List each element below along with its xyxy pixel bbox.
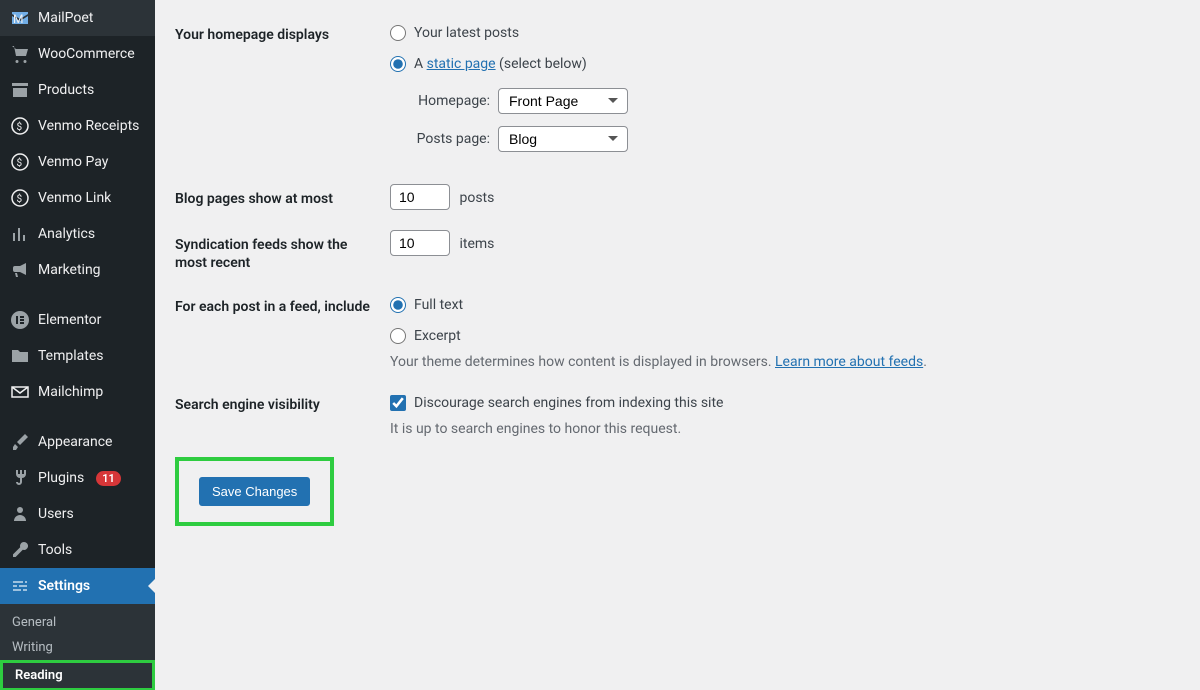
feed-excerpt-radio[interactable] bbox=[390, 328, 406, 344]
feed-excerpt-text: Excerpt bbox=[414, 328, 461, 344]
sidebar-item-appearance[interactable]: Appearance bbox=[0, 424, 155, 460]
feed-excerpt-option[interactable]: Excerpt bbox=[390, 323, 1180, 344]
static-prefix: A bbox=[414, 56, 427, 72]
search-visibility-label: Search engine visibility bbox=[175, 390, 390, 414]
posts-page-select[interactable]: Blog bbox=[498, 126, 628, 152]
sidebar-item-plugins[interactable]: Plugins 11 bbox=[0, 460, 155, 496]
homepage-select-label: Homepage: bbox=[410, 93, 490, 109]
syndication-unit: items bbox=[459, 236, 494, 252]
submenu-item-reading[interactable]: Reading bbox=[0, 660, 155, 690]
sidebar-item-label: Venmo Pay bbox=[38, 154, 108, 170]
svg-text:M: M bbox=[13, 12, 23, 26]
feed-desc: Your theme determines how content is dis… bbox=[390, 354, 1180, 370]
sidebar-item-label: MailPoet bbox=[38, 10, 93, 26]
money-icon: $ bbox=[10, 116, 30, 136]
sidebar-item-venmo-link[interactable]: $ Venmo Link bbox=[0, 180, 155, 216]
sidebar-item-elementor[interactable]: Elementor bbox=[0, 302, 155, 338]
blog-pages-input[interactable] bbox=[390, 184, 450, 210]
syndication-label: Syndication feeds show the most recent bbox=[175, 230, 390, 272]
latest-posts-text: Your latest posts bbox=[414, 25, 519, 41]
search-desc: It is up to search engines to honor this… bbox=[390, 421, 1180, 437]
settings-submenu: GeneralWritingReadingDiscussionMedia bbox=[0, 604, 155, 690]
wrench-icon bbox=[10, 540, 30, 560]
sidebar-item-label: Venmo Link bbox=[38, 190, 111, 206]
sidebar-item-settings[interactable]: Settings bbox=[0, 568, 155, 604]
cart-icon bbox=[10, 44, 30, 64]
syndication-input[interactable] bbox=[390, 230, 450, 256]
users-icon bbox=[10, 504, 30, 524]
sidebar-item-users[interactable]: Users bbox=[0, 496, 155, 532]
archive-icon bbox=[10, 80, 30, 100]
sidebar-item-label: Products bbox=[38, 82, 94, 98]
svg-text:$: $ bbox=[17, 156, 23, 169]
posts-page-select-label: Posts page: bbox=[410, 131, 490, 147]
static-page-option[interactable]: A static page (select below) bbox=[390, 51, 1180, 72]
sidebar-item-label: Marketing bbox=[38, 262, 101, 278]
money-icon: $ bbox=[10, 152, 30, 172]
blog-pages-label: Blog pages show at most bbox=[175, 184, 390, 208]
mail-icon bbox=[10, 382, 30, 402]
plugins-badge: 11 bbox=[96, 471, 121, 486]
latest-posts-option[interactable]: Your latest posts bbox=[390, 20, 1180, 41]
feed-fulltext-text: Full text bbox=[414, 297, 463, 313]
sidebar-item-mailpoet[interactable]: M MailPoet bbox=[0, 0, 155, 36]
svg-text:$: $ bbox=[17, 120, 23, 133]
megaphone-icon bbox=[10, 260, 30, 280]
folder-icon bbox=[10, 346, 30, 366]
sidebar-item-woocommerce[interactable]: WooCommerce bbox=[0, 36, 155, 72]
elementor-icon bbox=[10, 310, 30, 330]
homepage-select[interactable]: Front Page bbox=[498, 88, 628, 114]
sidebar-item-label: Templates bbox=[38, 348, 104, 364]
sidebar-item-label: Analytics bbox=[38, 226, 95, 242]
sidebar-item-label: Appearance bbox=[38, 434, 112, 450]
latest-posts-radio[interactable] bbox=[390, 25, 406, 41]
static-page-radio[interactable] bbox=[390, 56, 406, 72]
feed-fulltext-option[interactable]: Full text bbox=[390, 292, 1180, 313]
static-suffix: (select below) bbox=[496, 56, 587, 72]
discourage-search-checkbox[interactable] bbox=[390, 395, 406, 411]
sidebar-item-label: Mailchimp bbox=[38, 384, 103, 400]
sidebar-item-label: Venmo Receipts bbox=[38, 118, 139, 134]
learn-feeds-link[interactable]: Learn more about feeds bbox=[775, 354, 923, 370]
sidebar-item-label: WooCommerce bbox=[38, 46, 135, 62]
blog-pages-unit: posts bbox=[459, 190, 494, 206]
sidebar-item-label: Plugins bbox=[38, 470, 84, 486]
discourage-search-option[interactable]: Discourage search engines from indexing … bbox=[390, 390, 1180, 411]
sidebar-item-products[interactable]: Products bbox=[0, 72, 155, 108]
plug-icon bbox=[10, 468, 30, 488]
money-icon: $ bbox=[10, 188, 30, 208]
sidebar-item-analytics[interactable]: Analytics bbox=[0, 216, 155, 252]
sidebar-item-label: Tools bbox=[38, 542, 72, 558]
feed-include-label: For each post in a feed, include bbox=[175, 292, 390, 316]
settings-icon bbox=[10, 576, 30, 596]
sidebar-item-label: Users bbox=[38, 506, 74, 522]
sidebar-item-venmo-pay[interactable]: $ Venmo Pay bbox=[0, 144, 155, 180]
sidebar-item-templates[interactable]: Templates bbox=[0, 338, 155, 374]
brush-icon bbox=[10, 432, 30, 452]
feed-fulltext-radio[interactable] bbox=[390, 297, 406, 313]
mailpoet-icon: M bbox=[10, 8, 30, 28]
submenu-item-general[interactable]: General bbox=[0, 610, 155, 635]
sidebar-item-tools[interactable]: Tools bbox=[0, 532, 155, 568]
sidebar-item-label: Settings bbox=[38, 578, 90, 594]
homepage-displays-label: Your homepage displays bbox=[175, 20, 390, 44]
sidebar-item-marketing[interactable]: Marketing bbox=[0, 252, 155, 288]
discourage-search-text: Discourage search engines from indexing … bbox=[414, 395, 723, 411]
submenu-item-writing[interactable]: Writing bbox=[0, 635, 155, 660]
sidebar-item-mailchimp[interactable]: Mailchimp bbox=[0, 374, 155, 410]
static-page-link[interactable]: static page bbox=[427, 56, 496, 72]
admin-sidebar: M MailPoet WooCommerce Products $ Venmo Recei… bbox=[0, 0, 155, 690]
save-button[interactable]: Save Changes bbox=[199, 477, 310, 506]
sidebar-item-label: Elementor bbox=[38, 312, 101, 328]
sidebar-item-venmo-receipts[interactable]: $ Venmo Receipts bbox=[0, 108, 155, 144]
settings-reading-content: Your homepage displays Your latest posts… bbox=[155, 0, 1200, 690]
save-highlight-box: Save Changes bbox=[175, 457, 334, 526]
chart-icon bbox=[10, 224, 30, 244]
svg-text:$: $ bbox=[17, 192, 23, 205]
